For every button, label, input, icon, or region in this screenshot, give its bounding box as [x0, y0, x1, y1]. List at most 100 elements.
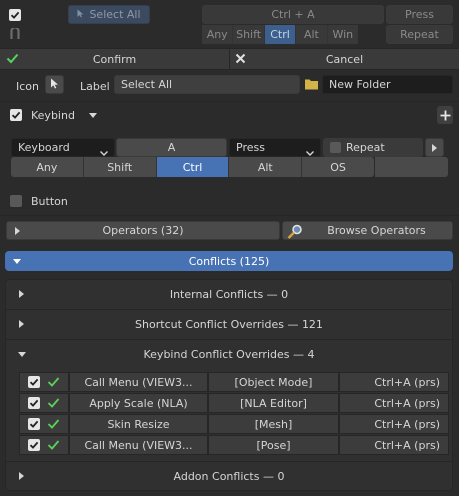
keybind-title: Keybind [31, 108, 75, 122]
chevron-right-icon [19, 472, 24, 480]
key-capture-value: A [167, 141, 176, 154]
row-enable-checkbox[interactable] [28, 376, 40, 388]
check-icon [10, 11, 20, 19]
icon-label: Icon [16, 79, 39, 93]
chevron-right-icon [19, 320, 24, 328]
internal-conflicts-row[interactable]: Internal Conflicts — 0 [6, 280, 452, 309]
magnet-icon [10, 26, 20, 40]
mod-extra-slot[interactable] [375, 157, 448, 177]
preview-mod-win: Win [327, 25, 359, 44]
conflict-name: Skin Resize [69, 414, 208, 434]
browse-operators-button[interactable]: Browse Operators [282, 221, 453, 240]
device-dropdown[interactable]: Keyboard [11, 138, 115, 157]
folder-icon[interactable] [304, 77, 319, 94]
chevron-down-icon [13, 259, 21, 264]
operators-label: Operators (32) [102, 224, 184, 237]
row-enable-checkbox[interactable] [28, 439, 40, 451]
mod-any[interactable]: Any [11, 157, 84, 177]
add-keybind-button[interactable] [437, 106, 453, 124]
conflict-key: Ctrl+A (prs) [339, 372, 449, 392]
mod-shift[interactable]: Shift [83, 157, 157, 177]
mod-alt[interactable]: Alt [229, 157, 303, 177]
conflict-name: Apply Scale (NLA) [69, 393, 208, 413]
checkmark-icon [6, 52, 19, 68]
press-preview: Press [386, 5, 453, 24]
play-icon [432, 143, 437, 152]
folder-dropdown[interactable]: New Folder [322, 75, 453, 94]
cursor-icon [77, 8, 84, 21]
shortcut-overrides-row[interactable]: Shortcut Conflict Overrides — 121 [6, 310, 452, 339]
combo-preview: Ctrl + A [202, 5, 384, 24]
select-all-preview-button[interactable]: Select All [68, 5, 150, 24]
preview-mod-shift: Shift [233, 25, 265, 44]
press-preview-label: Press [405, 8, 434, 21]
chevron-down-icon [18, 352, 26, 357]
close-icon [235, 53, 246, 67]
preview-modifier-row: Any Shift Ctrl Alt Win [202, 25, 359, 44]
search-icon [287, 224, 303, 239]
preview-mod-any: Any [202, 25, 234, 44]
check-icon [11, 111, 21, 119]
label-field[interactable]: Select All [114, 75, 300, 94]
mod-ctrl[interactable]: Ctrl [156, 157, 230, 177]
repeat-checkbox[interactable] [330, 142, 341, 153]
combo-preview-label: Ctrl + A [271, 8, 315, 21]
resolved-check-icon [47, 439, 60, 454]
table-row[interactable]: Call Menu (VIEW3... [Object Mode] Ctrl+A… [19, 372, 449, 392]
browse-operators-label: Browse Operators [327, 224, 426, 237]
check-icon [29, 441, 39, 449]
select-all-preview-label: Select All [89, 8, 141, 21]
addon-conflicts-row[interactable]: Addon Conflicts — 0 [6, 462, 452, 491]
mod-os[interactable]: OS [302, 157, 374, 177]
resolved-check-icon [47, 376, 60, 391]
conflict-context: [Mesh] [208, 414, 339, 434]
confirm-label: Confirm [92, 52, 137, 66]
internal-conflicts-label: Internal Conflicts — 0 [169, 288, 289, 301]
resolved-check-icon [47, 418, 60, 433]
event-dropdown-value: Press [236, 141, 265, 154]
confirm-button[interactable]: Confirm [0, 49, 229, 69]
repeat-label: Repeat [346, 141, 385, 154]
row-enable-checkbox[interactable] [28, 397, 40, 409]
resolved-check-icon [47, 397, 60, 412]
folder-dropdown-value: New Folder [329, 78, 391, 91]
conflict-context: [NLA Editor] [208, 393, 339, 413]
keybind-checkbox[interactable] [10, 109, 22, 121]
icon-picker-button[interactable] [45, 75, 64, 94]
cancel-label: Cancel [325, 52, 364, 66]
repeat-preview-label: Repeat [400, 28, 439, 41]
device-dropdown-value: Keyboard [18, 141, 70, 154]
shortcut-overrides-label: Shortcut Conflict Overrides — 121 [135, 318, 323, 331]
table-row[interactable]: Call Menu (VIEW3... [Pose] Ctrl+A (prs) [19, 435, 449, 455]
conflicts-title: Conflicts (125) [188, 254, 270, 268]
conflicts-header[interactable]: Conflicts (125) [5, 251, 453, 271]
preview-mod-alt: Alt [296, 25, 328, 44]
preview-enable-checkbox[interactable] [9, 9, 21, 21]
event-dropdown[interactable]: Press [229, 138, 321, 157]
table-row[interactable]: Skin Resize [Mesh] Ctrl+A (prs) [19, 414, 449, 434]
keybind-overrides-row[interactable]: Keybind Conflict Overrides — 4 [6, 340, 452, 369]
conflict-name: Call Menu (VIEW3... [69, 372, 208, 392]
label-label: Label [80, 79, 110, 93]
keybind-overrides-label: Keybind Conflict Overrides — 4 [143, 348, 315, 361]
check-icon [29, 399, 39, 407]
table-row[interactable]: Apply Scale (NLA) [NLA Editor] Ctrl+A (p… [19, 393, 449, 413]
conflict-key: Ctrl+A (prs) [339, 393, 449, 413]
conflict-key: Ctrl+A (prs) [339, 435, 449, 455]
addon-conflicts-label: Addon Conflicts — 0 [173, 470, 285, 483]
button-checkbox[interactable] [10, 195, 22, 207]
cursor-icon [50, 78, 59, 92]
conflict-name: Call Menu (VIEW3... [69, 435, 208, 455]
repeat-preview: Repeat [386, 25, 453, 44]
keybind-modifier-row: Any Shift Ctrl Alt OS [11, 157, 374, 177]
conflict-context: [Pose] [208, 435, 339, 455]
chevron-right-icon [19, 290, 24, 298]
operators-button[interactable]: Operators (32) [6, 221, 280, 240]
cancel-button[interactable]: Cancel [230, 49, 459, 69]
label-field-value: Select All [121, 78, 173, 91]
keybind-expand-icon[interactable] [89, 113, 97, 118]
keybind-more-button[interactable] [425, 138, 444, 157]
repeat-toggle[interactable]: Repeat [323, 138, 423, 157]
row-enable-checkbox[interactable] [28, 418, 40, 430]
key-capture-button[interactable]: A [116, 138, 227, 157]
